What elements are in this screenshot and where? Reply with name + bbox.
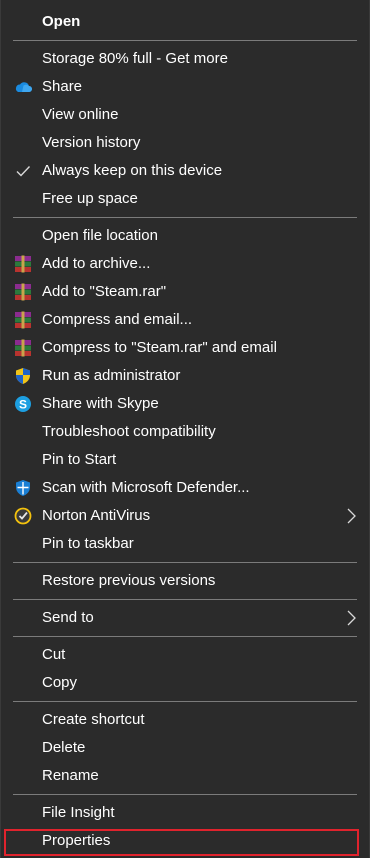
winrar-books-icon bbox=[13, 311, 33, 329]
svg-text:S: S bbox=[19, 398, 27, 412]
menu-separator bbox=[13, 794, 357, 795]
winrar-books-icon bbox=[13, 255, 33, 273]
menu-item-free-up-space[interactable]: Free up space bbox=[1, 185, 369, 213]
menu-item-label: Add to "Steam.rar" bbox=[42, 283, 167, 300]
menu-item-label: Run as administrator bbox=[42, 367, 181, 384]
menu-separator bbox=[13, 562, 357, 563]
chevron-right-icon bbox=[344, 610, 358, 626]
menu-item-compress-and-email[interactable]: Compress and email... bbox=[1, 306, 369, 334]
menu-item-open[interactable]: Open bbox=[1, 8, 369, 36]
menu-item-label: Copy bbox=[42, 674, 78, 691]
highlight-box bbox=[4, 829, 359, 856]
menu-item-troubleshoot[interactable]: Troubleshoot compatibility bbox=[1, 418, 369, 446]
menu-item-compress-steam-rar-email[interactable]: Compress to "Steam.rar" and email bbox=[1, 334, 369, 362]
menu-item-rename[interactable]: Rename bbox=[1, 762, 369, 790]
menu-item-label: Pin to Start bbox=[42, 451, 117, 468]
menu-item-label: Scan with Microsoft Defender... bbox=[42, 479, 250, 496]
menu-item-label: Create shortcut bbox=[42, 711, 145, 728]
winrar-books-icon bbox=[13, 339, 33, 357]
menu-item-label: Open file location bbox=[42, 227, 158, 244]
menu-item-version-history[interactable]: Version history bbox=[1, 129, 369, 157]
chevron-right-icon bbox=[344, 508, 358, 524]
winrar-books-icon bbox=[13, 283, 33, 301]
checkmark-icon bbox=[13, 162, 33, 180]
menu-item-label: Norton AntiVirus bbox=[42, 507, 151, 524]
menu-item-label: Version history bbox=[42, 134, 141, 151]
menu-item-create-shortcut[interactable]: Create shortcut bbox=[1, 706, 369, 734]
menu-item-restore-previous-versions[interactable]: Restore previous versions bbox=[1, 567, 369, 595]
menu-item-label: Delete bbox=[42, 739, 86, 756]
menu-item-file-insight[interactable]: File Insight bbox=[1, 799, 369, 827]
menu-item-share[interactable]: Share bbox=[1, 73, 369, 101]
menu-item-label: Rename bbox=[42, 767, 99, 784]
menu-item-label: File Insight bbox=[42, 804, 115, 821]
onedrive-cloud-icon bbox=[13, 78, 33, 96]
menu-item-label: Storage 80% full - Get more bbox=[42, 50, 228, 67]
menu-item-always-keep[interactable]: Always keep on this device bbox=[1, 157, 369, 185]
defender-shield-icon bbox=[13, 479, 33, 497]
menu-separator bbox=[13, 636, 357, 637]
menu-item-label: Cut bbox=[42, 646, 66, 663]
menu-item-label: Free up space bbox=[42, 190, 138, 207]
menu-separator bbox=[13, 599, 357, 600]
menu-item-label: Add to archive... bbox=[42, 255, 151, 272]
menu-item-send-to[interactable]: Send to bbox=[1, 604, 369, 632]
menu-item-share-with-skype[interactable]: S Share with Skype bbox=[1, 390, 369, 418]
menu-item-delete[interactable]: Delete bbox=[1, 734, 369, 762]
menu-separator bbox=[13, 701, 357, 702]
context-menu: Open Storage 80% full - Get more Share V… bbox=[0, 0, 370, 858]
menu-item-view-online[interactable]: View online bbox=[1, 101, 369, 129]
menu-item-storage[interactable]: Storage 80% full - Get more bbox=[1, 45, 369, 73]
uac-shield-icon bbox=[13, 367, 33, 385]
menu-item-open-file-location[interactable]: Open file location bbox=[1, 222, 369, 250]
menu-item-label: Troubleshoot compatibility bbox=[42, 423, 216, 440]
menu-separator bbox=[13, 217, 357, 218]
menu-item-norton-antivirus[interactable]: Norton AntiVirus bbox=[1, 502, 369, 530]
menu-item-label: View online bbox=[42, 106, 119, 123]
menu-item-label: Restore previous versions bbox=[42, 572, 216, 589]
norton-check-icon bbox=[13, 507, 33, 525]
menu-item-label: Open bbox=[42, 13, 81, 30]
menu-item-run-as-administrator[interactable]: Run as administrator bbox=[1, 362, 369, 390]
menu-item-scan-defender[interactable]: Scan with Microsoft Defender... bbox=[1, 474, 369, 502]
menu-item-label: Send to bbox=[42, 609, 94, 626]
skype-icon: S bbox=[13, 395, 33, 413]
menu-item-label: Always keep on this device bbox=[42, 162, 223, 179]
menu-item-label: Share with Skype bbox=[42, 395, 159, 412]
menu-item-label: Compress to "Steam.rar" and email bbox=[42, 339, 277, 356]
menu-item-pin-to-start[interactable]: Pin to Start bbox=[1, 446, 369, 474]
menu-item-cut[interactable]: Cut bbox=[1, 641, 369, 669]
menu-item-label: Pin to taskbar bbox=[42, 535, 134, 552]
menu-item-label: Share bbox=[42, 78, 83, 95]
menu-separator bbox=[13, 40, 357, 41]
menu-item-add-to-archive[interactable]: Add to archive... bbox=[1, 250, 369, 278]
menu-item-add-to-steam-rar[interactable]: Add to "Steam.rar" bbox=[1, 278, 369, 306]
menu-item-label: Compress and email... bbox=[42, 311, 193, 328]
menu-item-pin-to-taskbar[interactable]: Pin to taskbar bbox=[1, 530, 369, 558]
menu-item-copy[interactable]: Copy bbox=[1, 669, 369, 697]
